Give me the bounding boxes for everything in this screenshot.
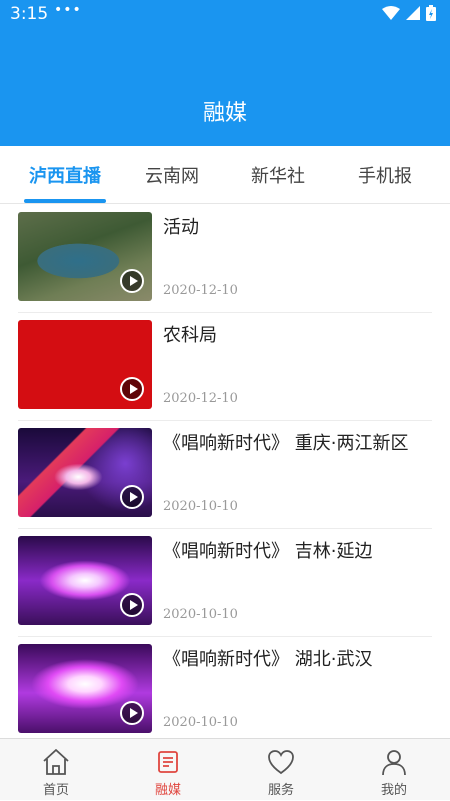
battery-icon: [426, 5, 436, 21]
item-title[interactable]: 《唱响新时代》 重庆·两江新区: [163, 429, 428, 459]
play-icon[interactable]: [120, 701, 144, 725]
list-item[interactable]: 农科局 2020-12-10: [18, 313, 432, 421]
item-title[interactable]: 活动: [163, 213, 428, 243]
user-icon: [382, 750, 406, 776]
list-item[interactable]: 《唱响新时代》 吉林·延边 2020-10-10: [18, 529, 432, 637]
signal-icon: [406, 6, 420, 20]
play-icon[interactable]: [120, 485, 144, 509]
item-date: 2020-10-10: [163, 715, 238, 730]
tab-mobile-news[interactable]: 手机报: [335, 162, 435, 188]
nav-service-label: 服务: [267, 783, 294, 798]
channel-tabs: 泸西直播 云南网 新华社 手机报: [0, 146, 450, 204]
item-title[interactable]: 《唱响新时代》 吉林·延边: [163, 537, 428, 567]
tab-xinhua[interactable]: 新华社: [228, 162, 328, 188]
item-title[interactable]: 《唱响新时代》 湖北·武汉: [163, 645, 428, 675]
video-list[interactable]: 活动 2020-12-10 农科局 2020-12-10 《唱响新时代》 重庆·…: [0, 205, 450, 737]
home-icon: [43, 749, 69, 775]
heart-icon: [268, 750, 294, 775]
list-item[interactable]: 《唱响新时代》 湖北·武汉 2020-10-10: [18, 637, 432, 737]
app-header: 3:15 ••• 融媒: [0, 0, 450, 146]
nav-home[interactable]: 首页: [0, 739, 112, 801]
status-time: 3:15: [10, 4, 49, 24]
tab-yunnan-net[interactable]: 云南网: [122, 162, 222, 188]
media-icon: [158, 751, 178, 773]
nav-mine-label: 我的: [380, 783, 407, 798]
nav-mine[interactable]: 我的: [338, 739, 450, 801]
notification-dots: •••: [54, 2, 82, 18]
item-date: 2020-10-10: [163, 499, 238, 514]
tab-luxi-live[interactable]: 泸西直播: [15, 162, 115, 188]
nav-media-label: 融媒: [154, 783, 181, 798]
video-thumbnail[interactable]: [18, 536, 152, 625]
item-date: 2020-12-10: [163, 283, 238, 298]
nav-service[interactable]: 服务: [225, 739, 337, 801]
bottom-navigation: 首页 融媒 服务 我的: [0, 738, 450, 800]
play-icon[interactable]: [120, 377, 144, 401]
status-icons: [382, 5, 436, 21]
nav-media[interactable]: 融媒: [112, 739, 224, 801]
video-thumbnail[interactable]: [18, 644, 152, 733]
video-thumbnail[interactable]: [18, 320, 152, 409]
video-thumbnail[interactable]: [18, 212, 152, 301]
wifi-icon: [382, 6, 400, 20]
status-bar: 3:15 •••: [0, 0, 450, 28]
play-icon[interactable]: [120, 269, 144, 293]
play-icon[interactable]: [120, 593, 144, 617]
nav-home-label: 首页: [42, 783, 69, 798]
item-date: 2020-10-10: [163, 607, 238, 622]
tab-indicator: [24, 199, 106, 203]
page-title: 融媒: [202, 101, 247, 126]
item-title[interactable]: 农科局: [163, 321, 428, 351]
list-item[interactable]: 活动 2020-12-10: [18, 205, 432, 313]
item-date: 2020-12-10: [163, 391, 238, 406]
video-thumbnail[interactable]: [18, 428, 152, 517]
list-item[interactable]: 《唱响新时代》 重庆·两江新区 2020-10-10: [18, 421, 432, 529]
